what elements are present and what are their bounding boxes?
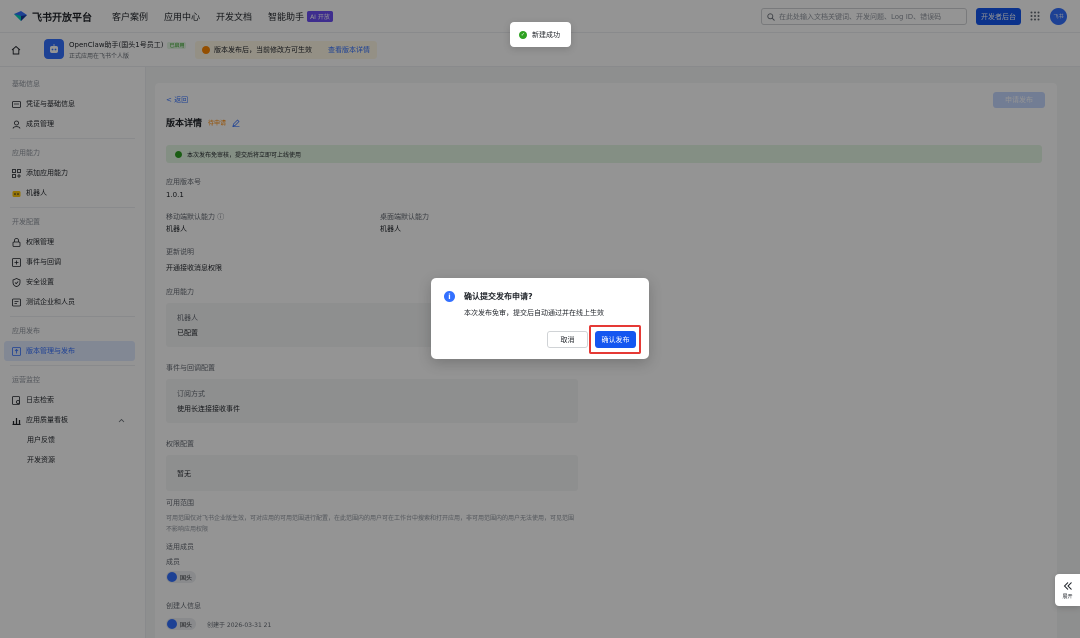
double-chevron-left-icon <box>1063 581 1072 590</box>
dialog-body: 本次发布免审，提交后自动通过并在线上生效 <box>464 309 604 317</box>
toast-text: 新建成功 <box>532 30 560 39</box>
success-check-icon: ✓ <box>519 30 527 39</box>
confirm-release-dialog: i 确认提交发布申请? 本次发布免审，提交后自动通过并在线上生效 取消 确认发布 <box>431 278 649 359</box>
dialog-title: 确认提交发布申请? <box>464 292 533 301</box>
cancel-button[interactable]: 取消 <box>547 331 588 348</box>
confirm-release-button[interactable]: 确认发布 <box>595 331 636 348</box>
expand-label: 展开 <box>1062 593 1073 600</box>
info-icon: i <box>444 291 455 302</box>
success-toast: ✓ 新建成功 <box>510 22 571 47</box>
expand-panel-button[interactable]: 展开 <box>1055 574 1080 606</box>
